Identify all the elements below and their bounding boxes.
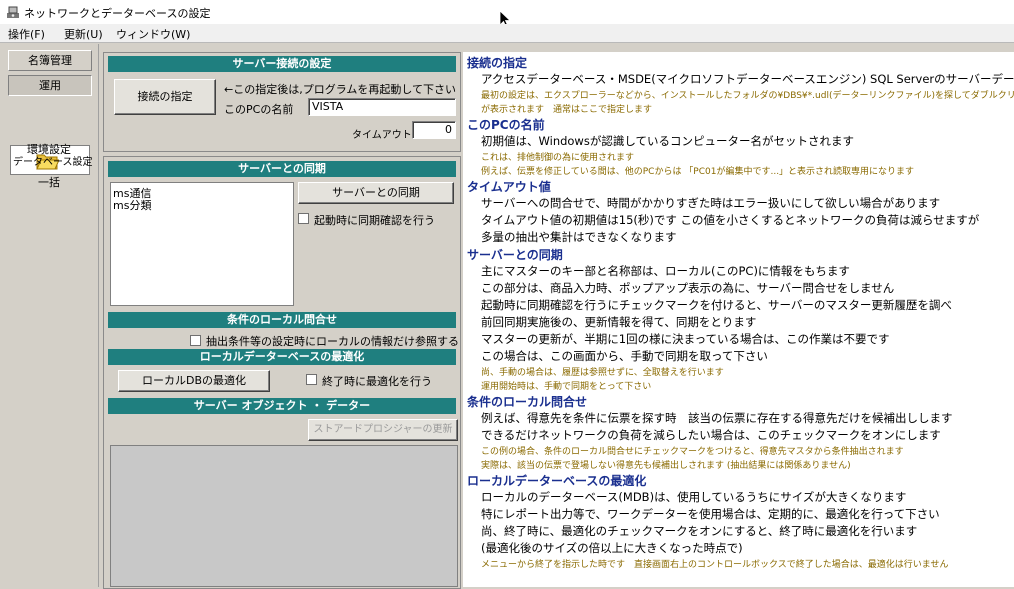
menu-bar: 操作(F) 更新(U) ウィンドウ(W) [0,24,1014,43]
help-line: アクセスデーターベース・MSDE(マイクロソフトデーターベースエンジン) SQL… [481,72,1014,86]
optimize-on-exit-label: 終了時に最適化を行う [322,375,432,388]
tab-operation[interactable]: 運用 [8,75,92,96]
server-sync-header: サーバーとの同期 [108,161,456,177]
help-section-title: サーバーとの同期 [467,248,563,262]
help-panel: 接続の指定アクセスデーターベース・MSDE(マイクロソフトデーターベースエンジン… [463,52,1014,587]
help-line: マスターの更新が、半期に1回の様に決まっている場合は、この作業は不要です [481,332,890,346]
help-note: が表示されます 通常はここで指定します [481,105,653,115]
startup-sync-checkbox[interactable] [298,213,309,224]
restart-note: ←この指定後は,プログラムを再起動して下さい [224,83,457,96]
menu-update[interactable]: 更新(U) [64,26,103,42]
left-navigation: 名簿管理 運用 データベース設定 環境設定 一括 [0,44,99,587]
help-section-title: このPCの名前 [467,118,545,132]
help-line: (最適化後のサイズの倍以上に大きくなった時点で) [481,541,743,555]
startup-sync-label: 起動時に同期確認を行う [314,214,435,227]
help-note: 運用開始時は、手動で同期をとって下さい [481,382,652,392]
help-line: 起動時に同期確認を行うにチェックマークを付けると、サーバーのマスター更新履歴を調… [481,298,952,312]
help-line: 例えば、得意先を条件に伝票を探す時 該当の伝票に存在する得意先だけを候補出ししま… [481,411,953,425]
server-objects-area [110,445,458,587]
nav-bulk[interactable]: 一括 [0,174,98,190]
optimize-on-exit-checkbox[interactable] [306,374,317,385]
server-connection-header: サーバー接続の設定 [108,56,456,72]
app-icon [7,6,19,18]
help-section-title: 接続の指定 [467,56,528,70]
server-objects-header: サーバー オブジェクト ・ データー [108,398,456,414]
window-title: ネットワークとデーターベースの設定 [24,7,211,20]
help-line: 主にマスターのキー部と名称部は、ローカル(このPC)に情報をもちます [481,264,850,278]
help-line: 多量の抽出や集計はできなくなります [481,230,677,244]
local-query-label: 抽出条件等の設定時にローカルの情報だけ参照する [206,335,459,348]
help-line: 尚、終了時に、最適化のチェックマークをオンにすると、終了時に最適化を行います [481,524,918,538]
nav-environment-settings[interactable]: 環境設定 [0,141,98,157]
help-line: ローカルのデーターベース(MDB)は、使用しているうちにサイズが大きくなります [481,490,907,504]
help-note: メニューから終了を指示した時です 直接画面右上のコントロールボックスで終了した場… [481,560,949,570]
pc-name-input[interactable]: VISTA [308,98,456,116]
help-note: この例の場合、条件のローカル問合せにチェックマークをつけると、得意先マスタから条… [481,447,904,457]
help-section-title: タイムアウト値 [467,180,551,194]
local-query-header: 条件のローカル問合せ [108,312,456,328]
server-connection-section: サーバー接続の設定 接続の指定 ←この指定後は,プログラムを再起動して下さい こ… [103,52,461,152]
help-line: 初期値は、Windowsが認識しているコンピューター名がセットされます [481,134,854,148]
help-line: タイムアウト値の初期値は15(秒)です この値を小さくするとネットワークの負荷は… [481,213,980,227]
stored-procedure-update-button[interactable]: ストアードプロシジャーの更新 [308,419,458,441]
help-section-title: 条件のローカル問合せ [467,395,588,409]
help-line: できるだけネットワークの負荷を減らしたい場合は、このチェックマークをオンにします [481,428,941,442]
timeout-input[interactable]: 0 [412,121,456,139]
sync-and-db-section: サーバーとの同期 ms通信 ms分類 サーバーとの同期 起動時に同期確認を行う … [103,156,461,589]
help-note: 例えば、伝票を修正している間は、他のPCからは 「PC01が編集中です...」と… [481,167,915,177]
help-line: 前回同期実施後の、更新情報を得て、同期をとります [481,315,757,329]
pc-name-label: このPCの名前 [224,103,294,116]
server-sync-button[interactable]: サーバーとの同期 [298,182,454,204]
menu-window[interactable]: ウィンドウ(W) [116,26,190,42]
help-note: 尚、手動の場合は、履歴は参照せずに、全取替えを行います [481,368,724,378]
connection-settings-button[interactable]: 接続の指定 [114,79,216,115]
local-db-optimize-header: ローカルデーターベースの最適化 [108,349,456,365]
tab-roster-management[interactable]: 名簿管理 [8,50,92,71]
menu-operation[interactable]: 操作(F) [8,26,45,42]
help-note: 実際は、該当の伝票で登場しない得意先も候補出しされます (抽出結果には関係ありま… [481,461,851,471]
local-db-optimize-button[interactable]: ローカルDBの最適化 [118,370,270,392]
help-note: 最初の設定は、エクスプローラーなどから、インストールしたフォルダの¥DBS¥*.… [481,91,1014,101]
list-item[interactable]: ms分類 [113,197,151,213]
help-section-title: ローカルデーターベースの最適化 [467,474,647,488]
sync-table-list[interactable]: ms通信 ms分類 [110,182,294,306]
help-note: これは、排他制御の為に使用されます [481,153,635,163]
help-line: この部分は、商品入力時、ポップアップ表示の為に、サーバー問合せをしません [481,281,895,295]
help-line: 特にレポート出力等で、ワークデーターを使用場合は、定期的に、最適化を行って下さい [481,507,940,521]
local-query-checkbox[interactable] [190,335,201,346]
help-line: サーバーへの問合せで、時間がかかりすぎた時はエラー扱いにして欲しい場合があります [481,196,941,210]
help-line: この場合は、この画面から、手動で同期を取って下さい [481,349,768,363]
